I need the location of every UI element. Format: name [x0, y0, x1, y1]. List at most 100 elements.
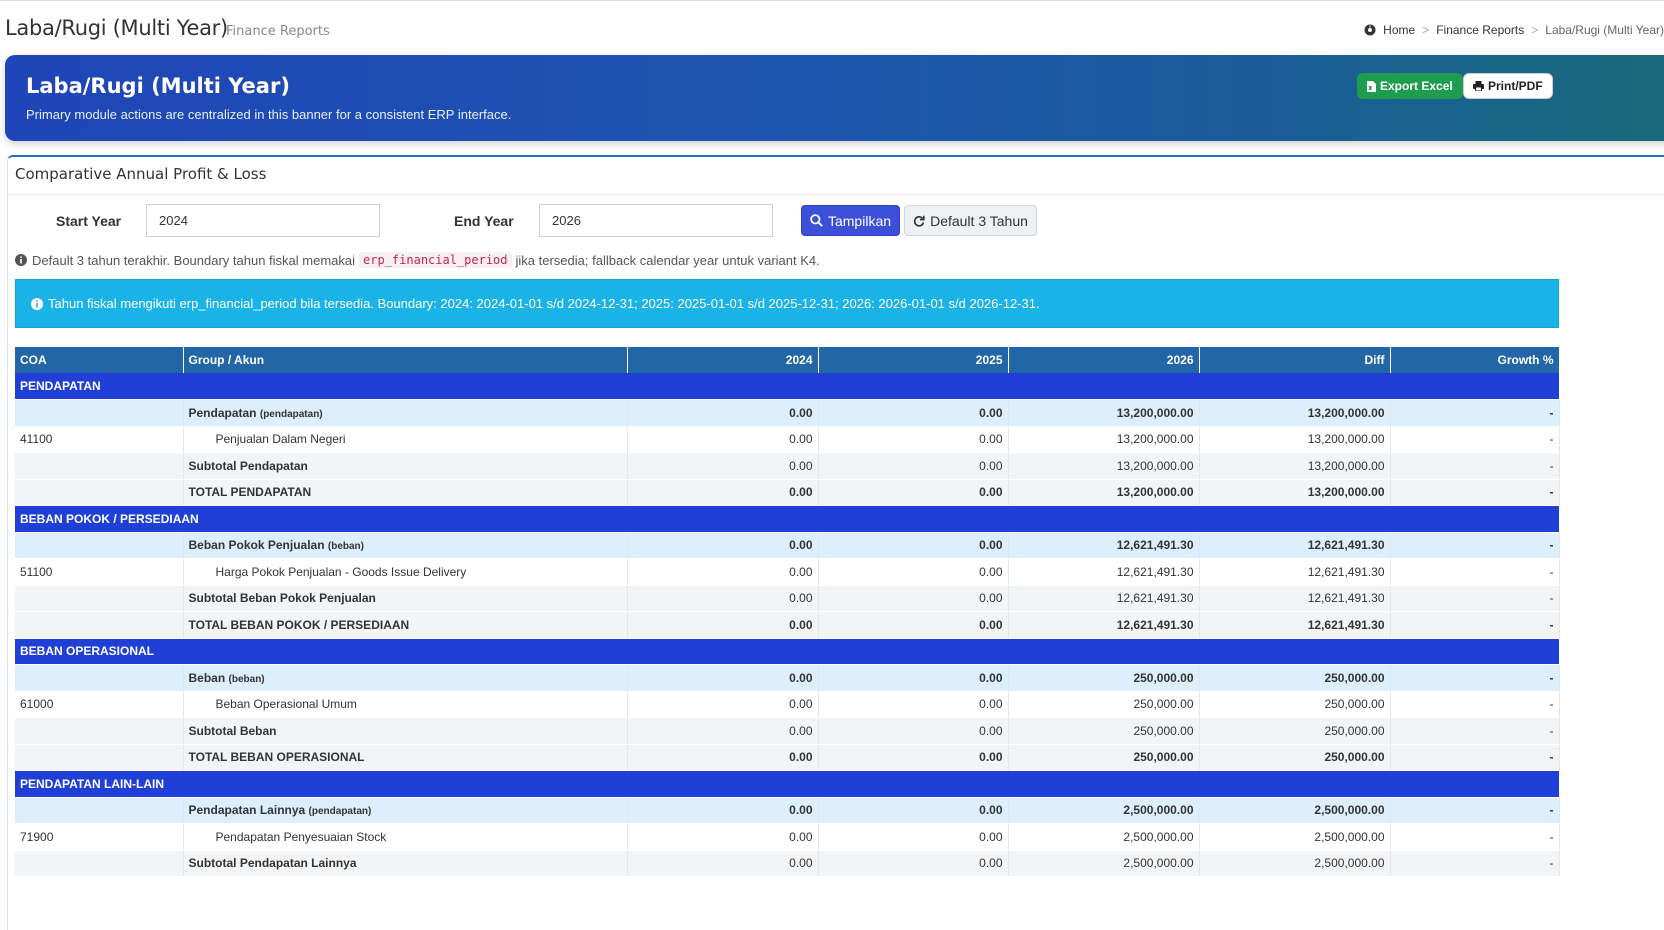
value-2024-cell: 0.00: [627, 558, 819, 586]
diff-cell: 13,200,000.00: [1199, 399, 1391, 427]
total-row: TOTAL PENDAPATAN 0.00 0.00 13,200,000.00 13,…: [15, 479, 1560, 506]
value-2025-cell: 0.00: [818, 611, 1009, 639]
banner-description: Primary module actions are centralized i…: [26, 107, 512, 122]
show-button[interactable]: Tampilkan: [801, 205, 900, 236]
section-title: BEBAN OPERASIONAL: [15, 638, 1559, 665]
account-cell: TOTAL BEBAN OPERASIONAL: [183, 744, 628, 771]
total-row: TOTAL BEBAN OPERASIONAL 0.00 0.00 250,000.0…: [15, 744, 1560, 771]
coa-cell: [15, 452, 184, 480]
profit-loss-table: COA Group / Akun 2024 2025 2026 Diff Gro…: [15, 347, 1560, 877]
diff-cell: 2,500,000.00: [1199, 797, 1391, 824]
page-subtitle: Finance Reports: [226, 24, 330, 39]
account-cell: Pendapatan (pendapatan): [183, 399, 628, 427]
default-button-label: Default 3 Tahun: [930, 212, 1028, 229]
card-title: Comparative Annual Profit & Loss: [15, 165, 267, 183]
growth-cell: -: [1390, 823, 1560, 851]
detail-row: 51100 Harga Pokok Penjualan - Goods Issue…: [15, 558, 1560, 586]
account-name: Pendapatan Lainnya: [188, 803, 306, 818]
growth-cell: -: [1390, 717, 1560, 745]
growth-cell: -: [1390, 426, 1560, 453]
account-name: Beban: [188, 670, 226, 685]
column-header-growth[interactable]: Growth %: [1390, 347, 1560, 373]
growth-cell: -: [1390, 691, 1560, 718]
value-2025-cell: 0.00: [818, 479, 1009, 506]
account-name: Subtotal Beban Pokok Penjualan: [188, 591, 376, 606]
subtotal-row: Subtotal Beban 0.00 0.00 250,000.00 250,000.…: [15, 717, 1560, 745]
account-type-tag: (pendapatan): [259, 408, 323, 420]
refresh-icon: [913, 215, 925, 227]
growth-cell: -: [1390, 611, 1560, 639]
value-2025-cell: 0.00: [818, 797, 1009, 824]
info-icon: [31, 297, 43, 310]
value-2025-cell: 0.00: [818, 532, 1009, 559]
print-pdf-button[interactable]: Print/PDF: [1463, 73, 1553, 99]
coa-cell: [15, 717, 184, 745]
value-2024-cell: 0.00: [627, 691, 819, 718]
column-header-diff[interactable]: Diff: [1199, 347, 1391, 373]
diff-cell: 12,621,491.30: [1199, 558, 1391, 586]
section-header-row: BEBAN OPERASIONAL: [15, 638, 1559, 665]
value-2026-cell: 250,000.00: [1008, 691, 1200, 718]
growth-cell: -: [1390, 558, 1560, 586]
coa-cell: 51100: [15, 558, 184, 586]
start-year-input[interactable]: 2024: [146, 204, 380, 237]
diff-cell: 250,000.00: [1199, 664, 1391, 692]
total-row: TOTAL BEBAN POKOK / PERSEDIAAN 0.00 0.00 12…: [15, 611, 1560, 639]
account-name: Subtotal Pendapatan Lainnya: [188, 856, 357, 871]
export-excel-button[interactable]: Export Excel: [1357, 73, 1463, 99]
coa-cell: [15, 399, 184, 427]
coa-cell: [15, 479, 184, 506]
value-2025-cell: 0.00: [818, 744, 1009, 771]
account-name: Beban Pokok Penjualan: [188, 538, 325, 553]
coa-cell: 41100: [15, 426, 184, 453]
account-name: TOTAL PENDAPATAN: [188, 485, 312, 500]
section-title: PENDAPATAN LAIN-LAIN: [15, 770, 1559, 798]
coa-cell: [15, 611, 184, 639]
end-year-input[interactable]: 2026: [539, 204, 773, 237]
subtotal-row: Subtotal Pendapatan 0.00 0.00 13,200,000.00…: [15, 452, 1560, 480]
column-header-coa[interactable]: COA: [15, 347, 184, 373]
hint-before: Default 3 tahun terakhir. Boundary tahun…: [32, 252, 356, 268]
default-3-years-button[interactable]: Default 3 Tahun: [904, 205, 1037, 236]
value-2025-cell: 0.00: [818, 691, 1009, 718]
print-icon: [1473, 81, 1484, 91]
account-cell: Beban Pokok Penjualan (beban): [183, 532, 628, 559]
hint-after: jika tersedia; fallback calendar year un…: [515, 252, 820, 268]
account-name: TOTAL BEBAN OPERASIONAL: [188, 750, 365, 765]
value-2024-cell: 0.00: [627, 426, 819, 453]
coa-cell: [15, 850, 184, 877]
column-header-2024[interactable]: 2024: [627, 347, 819, 373]
column-header-2026[interactable]: 2026: [1008, 347, 1200, 373]
growth-cell: -: [1390, 479, 1560, 506]
info-icon: [15, 254, 27, 266]
growth-cell: -: [1390, 744, 1560, 771]
dashboard-icon: [1364, 24, 1376, 36]
table-header-row: COA Group / Akun 2024 2025 2026 Diff Gro…: [15, 347, 1560, 373]
growth-cell: -: [1390, 585, 1560, 612]
growth-cell: -: [1390, 399, 1560, 427]
group-row: Pendapatan Lainnya (pendapatan) 0.00 0.00 2…: [15, 797, 1560, 824]
value-2025-cell: 0.00: [818, 717, 1009, 745]
coa-cell: [15, 744, 184, 771]
search-icon: [810, 214, 823, 227]
value-2024-cell: 0.00: [627, 744, 819, 771]
breadcrumb-home[interactable]: Home: [1383, 23, 1415, 37]
growth-cell: -: [1390, 850, 1560, 877]
value-2025-cell: 0.00: [818, 399, 1009, 427]
print-pdf-label: Print/PDF: [1488, 79, 1543, 93]
column-header-2025[interactable]: 2025: [818, 347, 1009, 373]
account-name: Penjualan Dalam Negeri: [215, 432, 346, 447]
end-year-label: End Year: [454, 213, 514, 229]
account-cell: Harga Pokok Penjualan - Goods Issue Deli…: [183, 558, 628, 586]
value-2025-cell: 0.00: [818, 452, 1009, 480]
breadcrumb-current: Laba/Rugi (Multi Year): [1545, 23, 1664, 37]
column-header-account[interactable]: Group / Akun: [183, 347, 628, 373]
account-type-tag: (beban): [327, 541, 364, 553]
growth-cell: -: [1390, 452, 1560, 480]
fiscal-info-alert: Tahun fiskal mengikuti erp_financial_per…: [15, 279, 1559, 328]
value-2025-cell: 0.00: [818, 664, 1009, 692]
breadcrumb-parent[interactable]: Finance Reports: [1436, 23, 1524, 37]
value-2026-cell: 2,500,000.00: [1008, 797, 1200, 824]
diff-cell: 2,500,000.00: [1199, 850, 1391, 877]
value-2024-cell: 0.00: [627, 611, 819, 639]
